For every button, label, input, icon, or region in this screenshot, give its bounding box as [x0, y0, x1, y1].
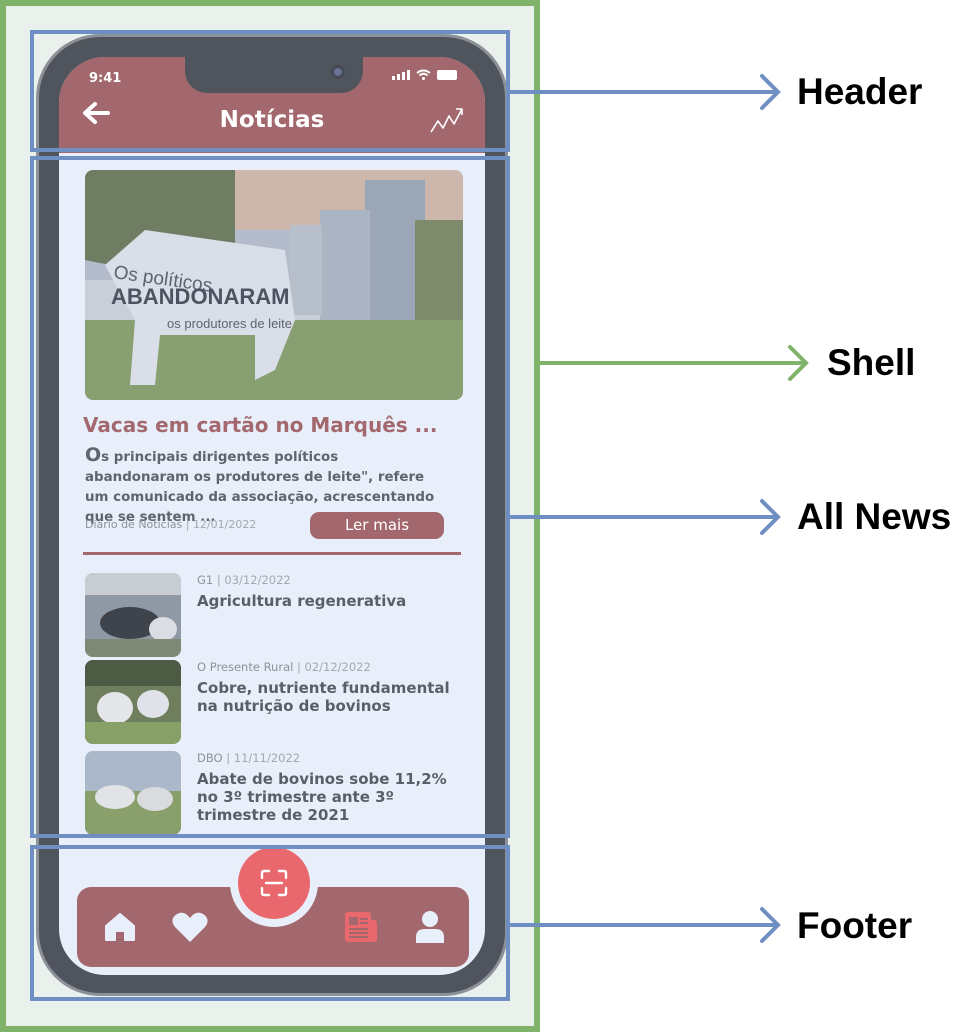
footer-label: Footer [797, 905, 913, 946]
all-news-box [30, 156, 510, 838]
header-label: Header [797, 71, 923, 112]
footer-box [30, 845, 510, 1001]
all-news-arrow [508, 499, 781, 535]
footer-arrow [508, 907, 781, 943]
shell-arrow [538, 345, 809, 381]
shell-label: Shell [827, 342, 916, 383]
all-news-label: All News [797, 496, 952, 537]
header-arrow [508, 74, 781, 110]
header-box [30, 30, 510, 152]
